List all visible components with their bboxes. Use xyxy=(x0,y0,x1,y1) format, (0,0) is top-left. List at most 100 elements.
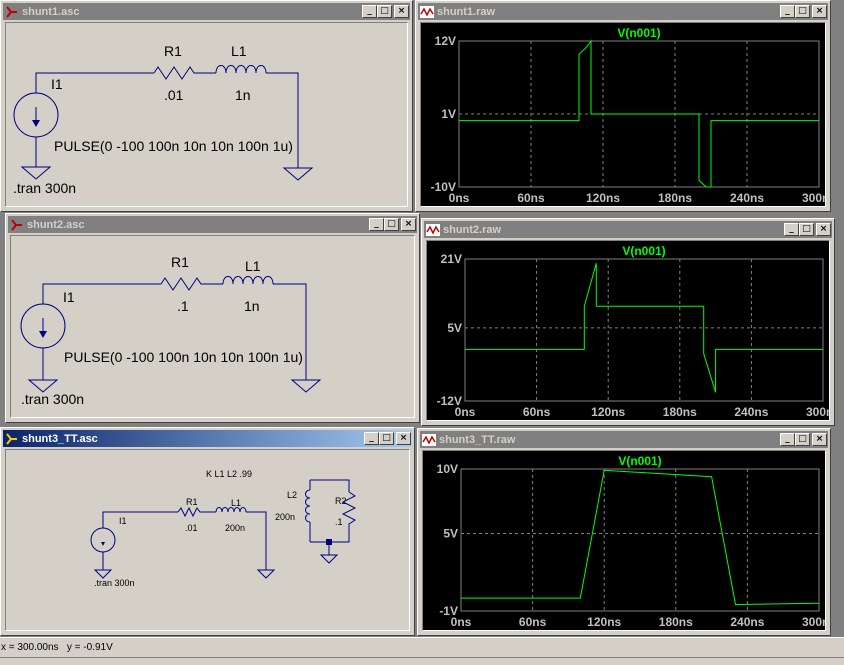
schematic-drawing: I1 R1 .1 L1 1n PULSE(0 -100 100n 10n 10n… xyxy=(20,254,322,407)
close-button[interactable]: × xyxy=(812,433,827,446)
y-tick-label: -10V xyxy=(431,180,456,194)
maximize-button[interactable]: □ xyxy=(384,218,399,231)
x-tick-label: 240ns xyxy=(730,615,764,629)
tran-directive: .tran 300n xyxy=(94,578,135,588)
waveform-plot[interactable]: 0ns60ns120ns180ns240ns300ns10V5V-1VV(n00… xyxy=(423,451,826,631)
minimize-button[interactable]: _ xyxy=(364,432,379,445)
x-tick-label: 60ns xyxy=(517,191,545,205)
minimize-button[interactable]: _ xyxy=(780,433,795,446)
y-tick-label: 12V xyxy=(435,34,456,48)
x-tick-label: 300ns xyxy=(802,191,826,205)
title-bar[interactable]: shunt2.raw _ □ × xyxy=(424,221,832,238)
shunt3-waveform-window[interactable]: shunt3_TT.raw _ □ × 0ns 60ns 120ns 180ns 240ns… xyxy=(417,428,831,636)
minimize-button[interactable]: _ xyxy=(784,223,799,236)
source-name: I1 xyxy=(63,289,75,305)
inductor-value: 1n xyxy=(235,87,251,103)
title-bar[interactable]: shunt1.raw _ □ × xyxy=(418,3,828,20)
waveform-plot[interactable]: 0ns60ns120ns180ns240ns300ns21V5V-12VV(n0… xyxy=(427,241,830,421)
resistor-name: R1 xyxy=(164,43,182,59)
minimize-button[interactable]: _ xyxy=(369,218,384,231)
y-tick-label: 1V xyxy=(441,107,456,121)
trace-label[interactable]: V(n001) xyxy=(617,26,660,40)
x-tick-label: 60ns xyxy=(519,615,547,629)
inductor2-name: L2 xyxy=(287,490,297,500)
x-tick-label: 300ns xyxy=(806,405,830,419)
waveform-plot-pane[interactable]: 0ns60ns120ns180ns240ns300ns21V5V-12VV(n0… xyxy=(426,240,830,421)
tran-directive: .tran 300n xyxy=(21,391,84,407)
inductor1-value: 200n xyxy=(225,523,245,533)
close-button[interactable]: × xyxy=(396,432,411,445)
schematic-canvas[interactable]: I1 R1 .01 L1 1n PULSE(0 -100 100n 10n 10… xyxy=(5,22,408,207)
x-tick-label: 240ns xyxy=(730,191,764,205)
schematic-canvas[interactable]: K L1 L2 .99 I1 R1 .01 L1 200n L2 200n R2… xyxy=(5,449,410,631)
schematic-drawing: I1 R1 .01 L1 1n PULSE(0 -100 100n 10n 10… xyxy=(13,43,314,196)
x-tick-label: 120ns xyxy=(587,615,621,629)
title-bar[interactable]: shunt3_TT.raw _ □ × xyxy=(420,431,828,448)
shunt3-schematic-window[interactable]: shunt3_TT.asc _ □ × K L1 L2 .99 I1 R1 .0… xyxy=(0,427,415,636)
maximize-button[interactable]: □ xyxy=(379,432,394,445)
inductor-symbol xyxy=(215,65,267,74)
schematic-canvas[interactable]: I1 R1 .1 L1 1n PULSE(0 -100 100n 10n 10n… xyxy=(10,235,415,418)
shunt2-waveform-window[interactable]: shunt2.raw _ □ × 0ns 60ns 120ns 180ns 240ns 300… xyxy=(421,218,835,426)
title-bar[interactable]: shunt3_TT.asc _ □ × xyxy=(3,430,412,447)
maximize-button[interactable]: □ xyxy=(799,223,814,236)
plot-frame xyxy=(464,258,824,402)
schematic-app-icon xyxy=(6,432,17,445)
taskbar-edge xyxy=(0,657,844,664)
resistor2-value: .1 xyxy=(335,517,343,527)
y-tick-label: 21V xyxy=(441,252,462,266)
title-bar[interactable]: shunt1.asc _ □ × xyxy=(3,3,410,20)
source-name: I1 xyxy=(51,76,63,92)
trace-label[interactable]: V(n001) xyxy=(622,244,665,258)
waveform-plot-pane[interactable]: 0ns60ns120ns180ns240ns300ns12V1V-10VV(n0… xyxy=(420,22,826,207)
resistor2-name: R2 xyxy=(335,496,347,506)
x-tick-label: 180ns xyxy=(658,191,692,205)
close-button[interactable]: × xyxy=(394,5,409,18)
shunt1-schematic-window[interactable]: shunt1.asc _ □ × I1 R1 .01 L1 1n PULSE(0 -… xyxy=(0,0,413,212)
shunt1-waveform-window[interactable]: shunt1.raw _ □ × 0ns 60ns 120ns 180ns 240ns 300… xyxy=(415,0,831,212)
source-name: I1 xyxy=(119,516,127,526)
title-bar[interactable]: shunt2.asc _ □ × xyxy=(8,216,417,233)
inductor-name: L1 xyxy=(231,43,247,59)
inductor-value: 1n xyxy=(244,298,260,314)
y-tick-label: -12V xyxy=(437,394,462,408)
waveform-plot[interactable]: 0ns60ns120ns180ns240ns300ns12V1V-10VV(n0… xyxy=(421,23,826,207)
close-button[interactable]: × xyxy=(816,223,831,236)
window-title: shunt2.asc xyxy=(27,218,85,231)
trace-label[interactable]: V(n001) xyxy=(618,454,661,468)
close-button[interactable]: × xyxy=(401,218,416,231)
resistor-value: .01 xyxy=(164,87,184,103)
trace-line[interactable] xyxy=(461,469,820,606)
maximize-button[interactable]: □ xyxy=(377,5,392,18)
y-tick-label: 5V xyxy=(443,527,458,541)
inductor2-value: 200n xyxy=(275,512,295,522)
cursor-x-readout: x = 300.00ns xyxy=(1,642,59,653)
minimize-button[interactable]: _ xyxy=(780,5,795,18)
maximize-button[interactable]: □ xyxy=(795,433,810,446)
plot-frame xyxy=(460,468,820,612)
schematic-app-icon xyxy=(11,218,22,231)
x-tick-label: 180ns xyxy=(659,615,693,629)
coupling-directive: K L1 L2 .99 xyxy=(206,469,252,479)
source-value: PULSE(0 -100 100n 10n 10n 100n 1u) xyxy=(64,349,303,365)
source-value: PULSE(0 -100 100n 10n 10n 100n 1u) xyxy=(54,138,293,154)
tran-directive: .tran 300n xyxy=(13,180,76,196)
y-tick-label: 5V xyxy=(447,321,462,335)
cursor-readout: x = 300.00ns y = -0.91V xyxy=(1,642,113,653)
schematic-app-icon xyxy=(6,5,17,18)
x-tick-label: 240ns xyxy=(734,405,768,419)
y-tick-label: -1V xyxy=(439,604,458,618)
maximize-button[interactable]: □ xyxy=(795,5,810,18)
x-tick-label: 120ns xyxy=(591,405,625,419)
shunt2-schematic-window[interactable]: shunt2.asc _ □ × I1 R1 .1 L1 1n PULSE(0 -1… xyxy=(5,213,420,423)
resistor-value: .1 xyxy=(177,298,189,314)
waveform-plot-pane[interactable]: 0ns60ns120ns180ns240ns300ns10V5V-1VV(n00… xyxy=(422,450,826,631)
y-tick-label: 10V xyxy=(437,462,458,476)
close-button[interactable]: × xyxy=(812,5,827,18)
minimize-button[interactable]: _ xyxy=(362,5,377,18)
waveform-app-icon xyxy=(420,5,434,18)
trace-line[interactable] xyxy=(465,263,823,393)
window-title: shunt3_TT.asc xyxy=(22,432,98,445)
schematic-drawing: K L1 L2 .99 I1 R1 .01 L1 200n L2 200n R2… xyxy=(90,469,357,588)
x-tick-label: 300ns xyxy=(802,615,826,629)
